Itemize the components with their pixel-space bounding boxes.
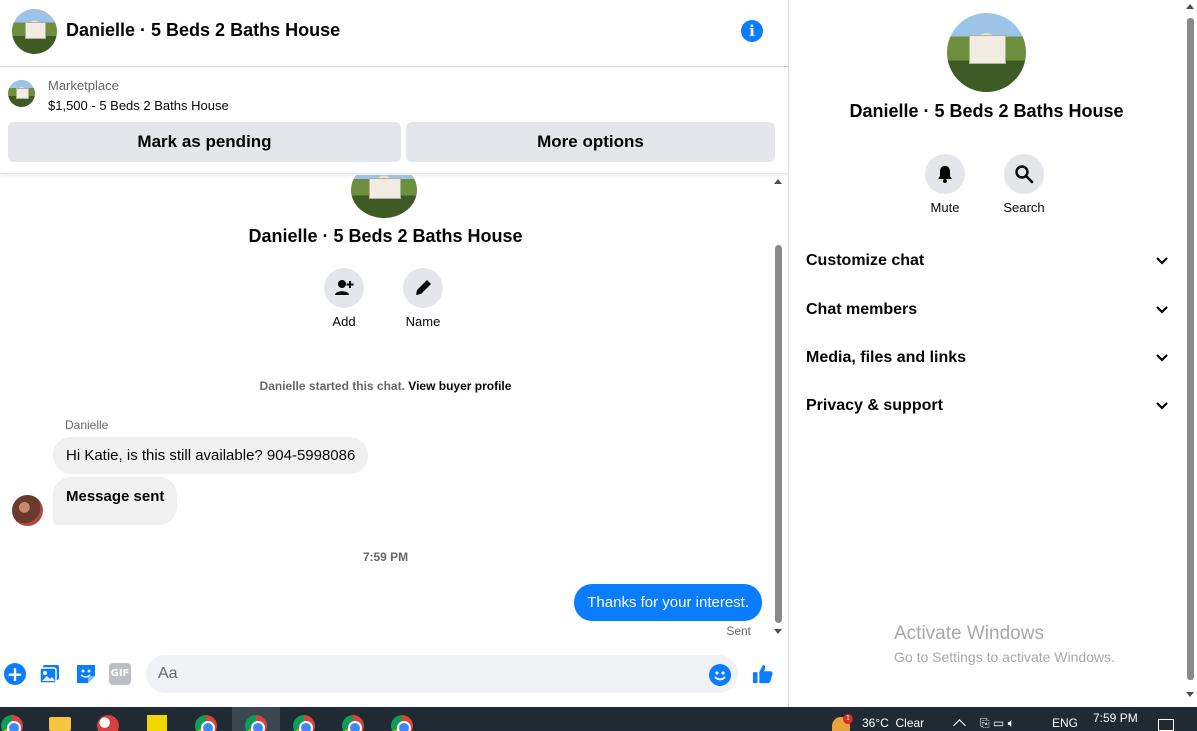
section-label: Media, files and links [806, 349, 967, 366]
sent-status: Sent [726, 624, 751, 638]
smile-icon [714, 671, 726, 681]
mute-label: Mute [930, 200, 960, 215]
language-indicator[interactable]: ENG [1052, 716, 1078, 730]
search-button[interactable] [1004, 154, 1044, 194]
outgoing-message[interactable]: Thanks for your interest. [574, 584, 762, 621]
section-label: Chat members [806, 301, 918, 318]
weather-badge: 1 [843, 714, 853, 724]
sidebar-title: Danielle · 5 Beds 2 Baths House [849, 101, 1124, 121]
chrome-icon[interactable] [1, 715, 23, 731]
listing-thumbnail[interactable] [8, 80, 35, 107]
chat-header: Danielle · 5 Beds 2 Baths House i [0, 0, 789, 67]
sticky-notes-icon[interactable] [147, 715, 167, 731]
file-explorer-icon[interactable] [49, 717, 71, 731]
sticker-icon[interactable] [75, 663, 97, 685]
customize-chat-section[interactable]: Customize chat [806, 246, 1170, 276]
view-buyer-profile-link[interactable]: View buyer profile [408, 379, 511, 393]
thread-title: Danielle · 5 Beds 2 Baths House [248, 226, 523, 246]
mark-as-pending-button[interactable]: Mark as pending [8, 122, 401, 162]
pencil-icon [416, 280, 431, 295]
scroll-up-arrow[interactable] [774, 179, 782, 184]
chat-started-notice: Danielle started this chat. View buyer p… [0, 379, 771, 393]
search-label: Search [1003, 200, 1045, 215]
message-thread: Danielle · 5 Beds 2 Baths House Add Name… [0, 175, 771, 649]
tray-chevron-icon[interactable] [953, 719, 966, 731]
section-label: Customize chat [806, 252, 925, 269]
timestamp-separator: 7:59 PM [362, 550, 409, 564]
section-label: Privacy & support [806, 397, 943, 414]
plus-icon[interactable]: + [4, 663, 26, 685]
chevron-down-icon [1156, 257, 1168, 265]
message-composer: + GIF [0, 649, 789, 707]
chat-info-sidebar: Danielle · 5 Beds 2 Baths House Mute Sea… [790, 0, 1197, 707]
add-label: Add [332, 314, 356, 329]
incoming-message[interactable]: Hi Katie, is this still available? 904-5… [53, 437, 369, 474]
name-label: Name [405, 314, 441, 329]
clock[interactable]: 7:59 PM [1093, 711, 1138, 725]
notification-icon[interactable] [1158, 719, 1174, 731]
privacy-support-section[interactable]: Privacy & support [806, 391, 1170, 421]
bell-icon [938, 166, 952, 183]
scroll-down-arrow[interactable] [1186, 692, 1194, 697]
scroll-down-arrow[interactable] [774, 629, 782, 634]
scroll-up-arrow[interactable] [1186, 4, 1194, 9]
sidebar-avatar[interactable] [947, 13, 1026, 92]
messenger-window: Danielle · 5 Beds 2 Baths House i Market… [0, 0, 1197, 707]
info-icon[interactable]: i [741, 20, 763, 42]
mute-button[interactable] [925, 154, 965, 194]
chevron-down-icon [1156, 354, 1168, 362]
sender-avatar[interactable] [12, 495, 43, 526]
message-input[interactable] [146, 655, 738, 693]
sidebar-scrollbar[interactable] [1183, 0, 1197, 707]
conversation-title[interactable]: Danielle · 5 Beds 2 Baths House [66, 20, 340, 41]
emoji-icon[interactable] [709, 664, 731, 686]
marketplace-label: Marketplace [48, 78, 119, 93]
more-options-button[interactable]: More options [406, 122, 775, 162]
marketplace-banner: Marketplace $1,500 - 5 Beds 2 Baths Hous… [0, 67, 789, 174]
chrome-icon[interactable] [342, 715, 364, 731]
scroll-thumb[interactable] [775, 245, 782, 623]
windows-taskbar: 1 36°C Clear ⎘ ▭ 🔈︎ ENG 7:59 PM [0, 707, 1197, 731]
sender-name: Danielle [65, 418, 109, 432]
chrome-icon[interactable] [293, 715, 315, 731]
chat-started-text: Danielle started this chat. [259, 379, 405, 393]
add-person-icon [335, 280, 354, 295]
activate-windows-subtitle: Go to Settings to activate Windows. [894, 649, 1115, 665]
chat-pane: Danielle · 5 Beds 2 Baths House i Market… [0, 0, 789, 707]
chrome-icon[interactable] [245, 715, 267, 731]
gif-icon[interactable]: GIF [109, 663, 131, 685]
chat-members-section[interactable]: Chat members [806, 295, 1170, 325]
chrome-icon[interactable] [195, 715, 217, 731]
name-button[interactable] [403, 268, 443, 308]
chevron-down-icon [1156, 306, 1168, 314]
weather-text[interactable]: 36°C Clear [862, 716, 924, 730]
paint-icon[interactable] [97, 715, 119, 731]
like-icon[interactable] [752, 663, 774, 685]
activate-windows-title: Activate Windows [894, 623, 1044, 644]
conversation-avatar[interactable] [12, 9, 57, 54]
thread-scrollbar[interactable] [771, 175, 786, 641]
scroll-thumb[interactable] [1187, 18, 1194, 680]
media-files-links-section[interactable]: Media, files and links [806, 343, 1170, 373]
search-icon [1015, 165, 1034, 184]
incoming-message[interactable]: Message sent [53, 477, 178, 525]
thread-avatar [351, 175, 417, 218]
listing-title[interactable]: $1,500 - 5 Beds 2 Baths House [48, 98, 229, 113]
chrome-icon[interactable] [391, 715, 413, 731]
chevron-down-icon [1156, 402, 1168, 410]
tray-icons[interactable]: ⎘ ▭ 🔈︎ [980, 716, 1015, 731]
add-people-button[interactable] [324, 268, 364, 308]
photo-icon[interactable] [39, 663, 61, 685]
